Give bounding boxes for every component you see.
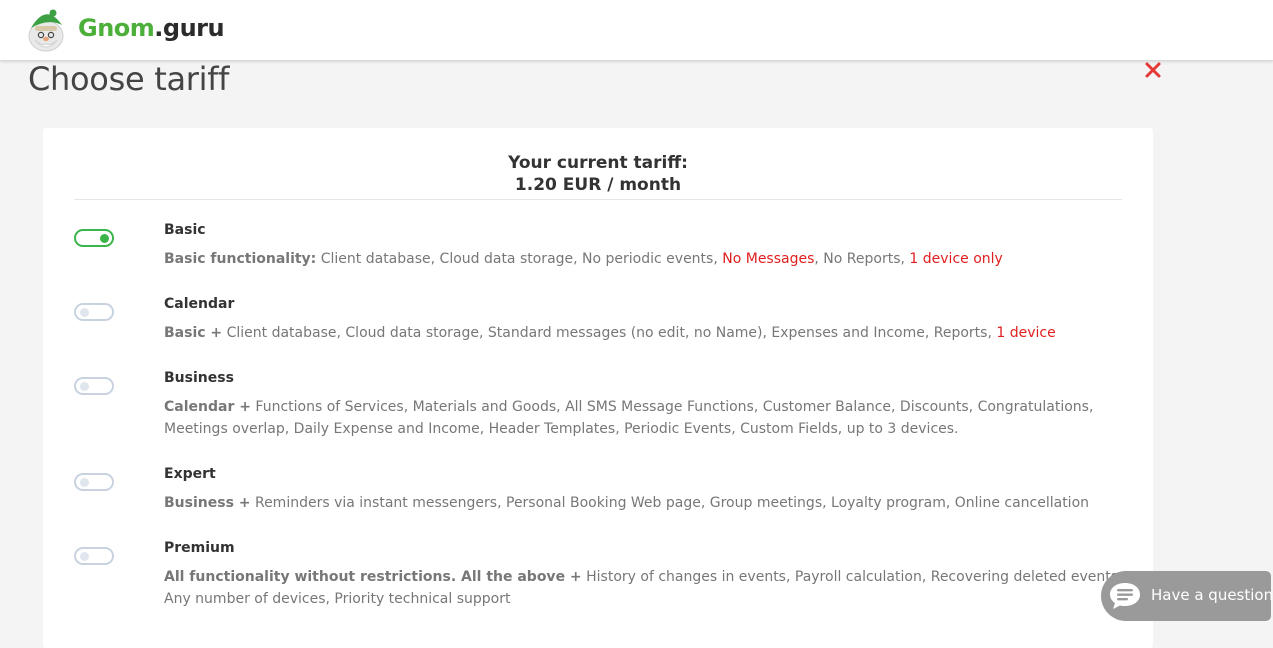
toggle-knob [80, 478, 89, 487]
tariff-basic-toggle[interactable] [74, 229, 114, 247]
chat-widget-button[interactable]: Have a question? [1101, 571, 1273, 621]
toggle-knob [100, 234, 109, 243]
tariff-calendar-limit: 1 device [996, 325, 1056, 341]
tariff-calendar-part: Client database, Cloud data storage, Sta… [226, 325, 997, 341]
tariff-business-description: Calendar + Functions of Services, Materi… [164, 396, 1129, 440]
tariff-basic-part: , No Reports, [814, 251, 910, 267]
tariff-calendar-toggle[interactable] [74, 303, 114, 321]
current-tariff: Your current tariff: 1.20 EUR / month [43, 152, 1153, 196]
tariff-expert-description: Business + Reminders via instant messeng… [164, 492, 1129, 514]
current-tariff-label: Your current tariff: [508, 153, 688, 173]
top-bar: Gnom.guru [0, 0, 1273, 61]
current-tariff-price: 1.20 EUR / month [514, 175, 682, 195]
toggle-knob [80, 552, 89, 561]
tariff-basic-limit: No Messages [722, 251, 815, 267]
tariff-business-prefix: Calendar + [164, 399, 251, 415]
tariff-basic-prefix: Basic functionality: [164, 251, 317, 267]
toggle-knob [80, 382, 89, 391]
tariff-premium-prefix: All functionality without restrictions. … [164, 569, 582, 585]
brand-name-part2: .guru [154, 14, 225, 42]
tariff-calendar-description: Basic + Client database, Cloud data stor… [164, 322, 1129, 344]
tariff-card: Your current tariff: 1.20 EUR / month Ba… [43, 128, 1153, 648]
tariff-calendar-prefix: Basic + [164, 325, 223, 341]
chat-label: Have a question? [1151, 586, 1273, 604]
tariff-basic-name: Basic [164, 222, 206, 238]
tariff-calendar-name: Calendar [164, 296, 235, 312]
tariff-premium-toggle[interactable] [74, 547, 114, 565]
brand-name-part1: Gnom [78, 14, 155, 42]
brand-logo-text[interactable]: Gnom.guru [78, 14, 225, 42]
toggle-knob [80, 308, 89, 317]
tariff-expert-part: Reminders via instant messengers, Person… [254, 495, 1090, 511]
chat-bubble-icon [1110, 583, 1140, 609]
tariff-business-name: Business [164, 370, 234, 386]
gnome-logo-icon[interactable] [26, 8, 66, 52]
page-title: Choose tariff [28, 60, 230, 98]
divider [74, 199, 1122, 200]
tariff-premium-description: All functionality without restrictions. … [164, 566, 1129, 610]
tariff-premium-name: Premium [164, 540, 235, 556]
tariff-business-toggle[interactable] [74, 377, 114, 395]
tariff-basic-limit: 1 device only [909, 251, 1003, 267]
tariff-expert-toggle[interactable] [74, 473, 114, 491]
tariff-basic-part: Client database, Cloud data storage, No … [320, 251, 723, 267]
close-icon[interactable] [1144, 61, 1162, 79]
tariff-expert-prefix: Business + [164, 495, 251, 511]
tariff-expert-name: Expert [164, 466, 216, 482]
tariff-basic-description: Basic functionality: Client database, Cl… [164, 248, 1129, 270]
tariff-business-part: Functions of Services, Materials and Goo… [164, 399, 1094, 437]
